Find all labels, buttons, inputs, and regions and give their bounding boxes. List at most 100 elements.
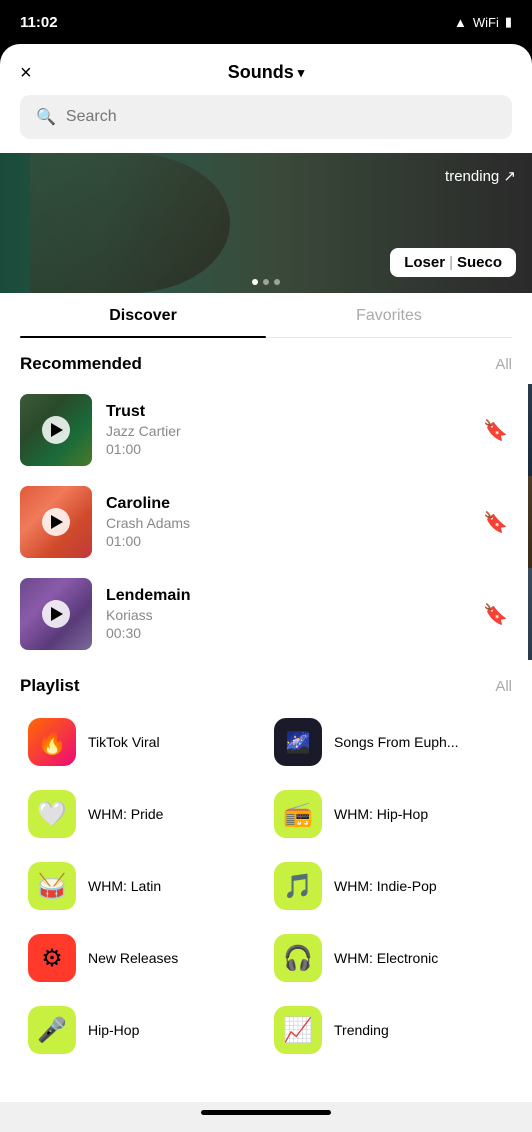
play-triangle-icon: [51, 515, 63, 529]
playlist-item-new-releases[interactable]: ⚙ New Releases: [20, 922, 266, 994]
playlist-all-button[interactable]: All: [495, 678, 512, 695]
playlist-icon-new-releases: ⚙: [28, 934, 76, 982]
playlist-name-hip-hop: Hip-Hop: [88, 1022, 139, 1038]
track-duration-trust: 01:00: [106, 441, 465, 457]
track-info-trust: Trust Jazz Cartier 01:00: [106, 403, 465, 457]
playlist-icon-whm-hiphop: 📻: [274, 790, 322, 838]
music2-icon: 🎤: [37, 1016, 67, 1045]
playlist-name-whm-pride: WHM: Pride: [88, 806, 163, 822]
play-button-lendemain[interactable]: [42, 600, 70, 628]
track-thumbnail-caroline: [20, 486, 92, 558]
status-icons: ▲ WiFi ▮: [454, 14, 512, 30]
playlist-item-whm-latin[interactable]: 🥁 WHM: Latin: [20, 850, 266, 922]
fire-icon: 🔥: [37, 728, 67, 757]
search-input[interactable]: [66, 108, 496, 126]
recommended-header: Recommended All: [0, 338, 532, 384]
headphone-icon: 🎧: [283, 944, 313, 973]
signal-icon: ▲: [454, 15, 467, 30]
playlist-item-tiktok-viral[interactable]: 🔥 TikTok Viral: [20, 706, 266, 778]
chevron-down-icon[interactable]: ▾: [298, 65, 305, 81]
recommended-all-button[interactable]: All: [495, 356, 512, 373]
close-button[interactable]: ×: [20, 63, 32, 83]
bookmark-button-caroline[interactable]: 🔖: [479, 506, 512, 539]
playlist-icon-whm-pride: 🤍: [28, 790, 76, 838]
side-strip-trust: [528, 384, 532, 476]
track-thumbnail-trust: [20, 394, 92, 466]
track-artist-lendemain: Koriass: [106, 607, 465, 623]
playlist-name-new-releases: New Releases: [88, 950, 178, 966]
track-thumbnail-lendemain: [20, 578, 92, 650]
playlist-item-whm-electronic[interactable]: 🎧 WHM: Electronic: [266, 922, 512, 994]
track-name-trust: Trust: [106, 403, 465, 421]
playlist-icon-trending: 📈: [274, 1006, 322, 1054]
trending-icon: 📈: [283, 1016, 313, 1045]
phone-wrapper: 11:02 ▲ WiFi ▮ × Sounds ▾ 🔍: [0, 0, 532, 1132]
trending-banner[interactable]: trending ↗ Loser | Sueco: [0, 153, 532, 293]
bottom-bar: [0, 1102, 532, 1132]
music-icon: 🎵: [283, 872, 313, 901]
track-item-lendemain[interactable]: Lendemain Koriass 00:30 🔖: [0, 568, 532, 660]
playlist-name-songs-euph: Songs From Euph...: [334, 734, 459, 750]
bookmark-button-trust[interactable]: 🔖: [479, 414, 512, 447]
tab-favorites[interactable]: Favorites: [266, 293, 512, 337]
drum-icon: 🥁: [37, 872, 67, 901]
tabs-container: Discover Favorites: [20, 293, 512, 338]
track-info-lendemain: Lendemain Koriass 00:30: [106, 587, 465, 641]
playlist-icon-whm-latin: 🥁: [28, 862, 76, 910]
track-duration-caroline: 01:00: [106, 533, 465, 549]
playlist-header: Playlist All: [0, 660, 532, 706]
play-triangle-icon: [51, 423, 63, 437]
play-button-trust[interactable]: [42, 416, 70, 444]
gear-icon: ⚙: [41, 944, 63, 973]
heart-icon: 🤍: [37, 800, 67, 829]
trending-label: trending ↗: [445, 167, 516, 185]
track-name-lendemain: Lendemain: [106, 587, 465, 605]
modal-title: Sounds ▾: [228, 62, 305, 83]
track-artist-trust: Jazz Cartier: [106, 423, 465, 439]
bookmark-button-lendemain[interactable]: 🔖: [479, 598, 512, 631]
playlist-item-whm-hiphop[interactable]: 📻 WHM: Hip-Hop: [266, 778, 512, 850]
playlist-name-whm-indiepop: WHM: Indie-Pop: [334, 878, 437, 894]
playlist-item-whm-pride[interactable]: 🤍 WHM: Pride: [20, 778, 266, 850]
playlist-item-hip-hop[interactable]: 🎤 Hip-Hop: [20, 994, 266, 1066]
track-info-caroline: Caroline Crash Adams 01:00: [106, 495, 465, 549]
battery-icon: ▮: [505, 14, 512, 30]
playlist-icon-tiktok-viral: 🔥: [28, 718, 76, 766]
track-name-caroline: Caroline: [106, 495, 465, 513]
side-strip-caroline: [528, 476, 532, 568]
banner-dot-2: [263, 279, 269, 285]
title-text: Sounds: [228, 62, 294, 83]
recommended-title: Recommended: [20, 354, 142, 374]
play-button-caroline[interactable]: [42, 508, 70, 536]
status-bar: 11:02 ▲ WiFi ▮: [0, 0, 532, 44]
playlist-icon-whm-indiepop: 🎵: [274, 862, 322, 910]
side-strip-lendemain: [528, 568, 532, 660]
play-triangle-icon: [51, 607, 63, 621]
home-indicator: [201, 1110, 331, 1115]
playlist-icon-hip-hop: 🎤: [28, 1006, 76, 1054]
playlist-title: Playlist: [20, 676, 80, 696]
playlist-icon-songs-euph: 🌌: [274, 718, 322, 766]
playlist-name-whm-electronic: WHM: Electronic: [334, 950, 438, 966]
playlist-name-whm-latin: WHM: Latin: [88, 878, 161, 894]
playlist-item-whm-indiepop[interactable]: 🎵 WHM: Indie-Pop: [266, 850, 512, 922]
playlist-name-whm-hiphop: WHM: Hip-Hop: [334, 806, 428, 822]
track-item-caroline[interactable]: Caroline Crash Adams 01:00 🔖: [0, 476, 532, 568]
artist-name: Loser: [404, 254, 445, 271]
banner-artist-label: Loser | Sueco: [390, 248, 516, 277]
playlist-icon-whm-electronic: 🎧: [274, 934, 322, 982]
playlist-item-songs-euph[interactable]: 🌌 Songs From Euph...: [266, 706, 512, 778]
playlist-item-trending[interactable]: 📈 Trending: [266, 994, 512, 1066]
tab-discover[interactable]: Discover: [20, 293, 266, 337]
galaxy-icon: 🌌: [286, 730, 311, 755]
artist-sub: Sueco: [457, 254, 502, 271]
track-duration-lendemain: 00:30: [106, 625, 465, 641]
track-item-trust[interactable]: Trust Jazz Cartier 01:00 🔖: [0, 384, 532, 476]
search-bar[interactable]: 🔍: [20, 95, 512, 139]
scroll-content: Recommended All Trust Jazz Cartier 01:00…: [0, 338, 532, 1102]
sounds-modal: × Sounds ▾ 🔍 trending ↗ Loser |: [0, 44, 532, 1132]
playlist-name-trending: Trending: [334, 1022, 389, 1038]
modal-header: × Sounds ▾: [0, 44, 532, 95]
banner-dot-1: [252, 279, 258, 285]
banner-dot-3: [274, 279, 280, 285]
